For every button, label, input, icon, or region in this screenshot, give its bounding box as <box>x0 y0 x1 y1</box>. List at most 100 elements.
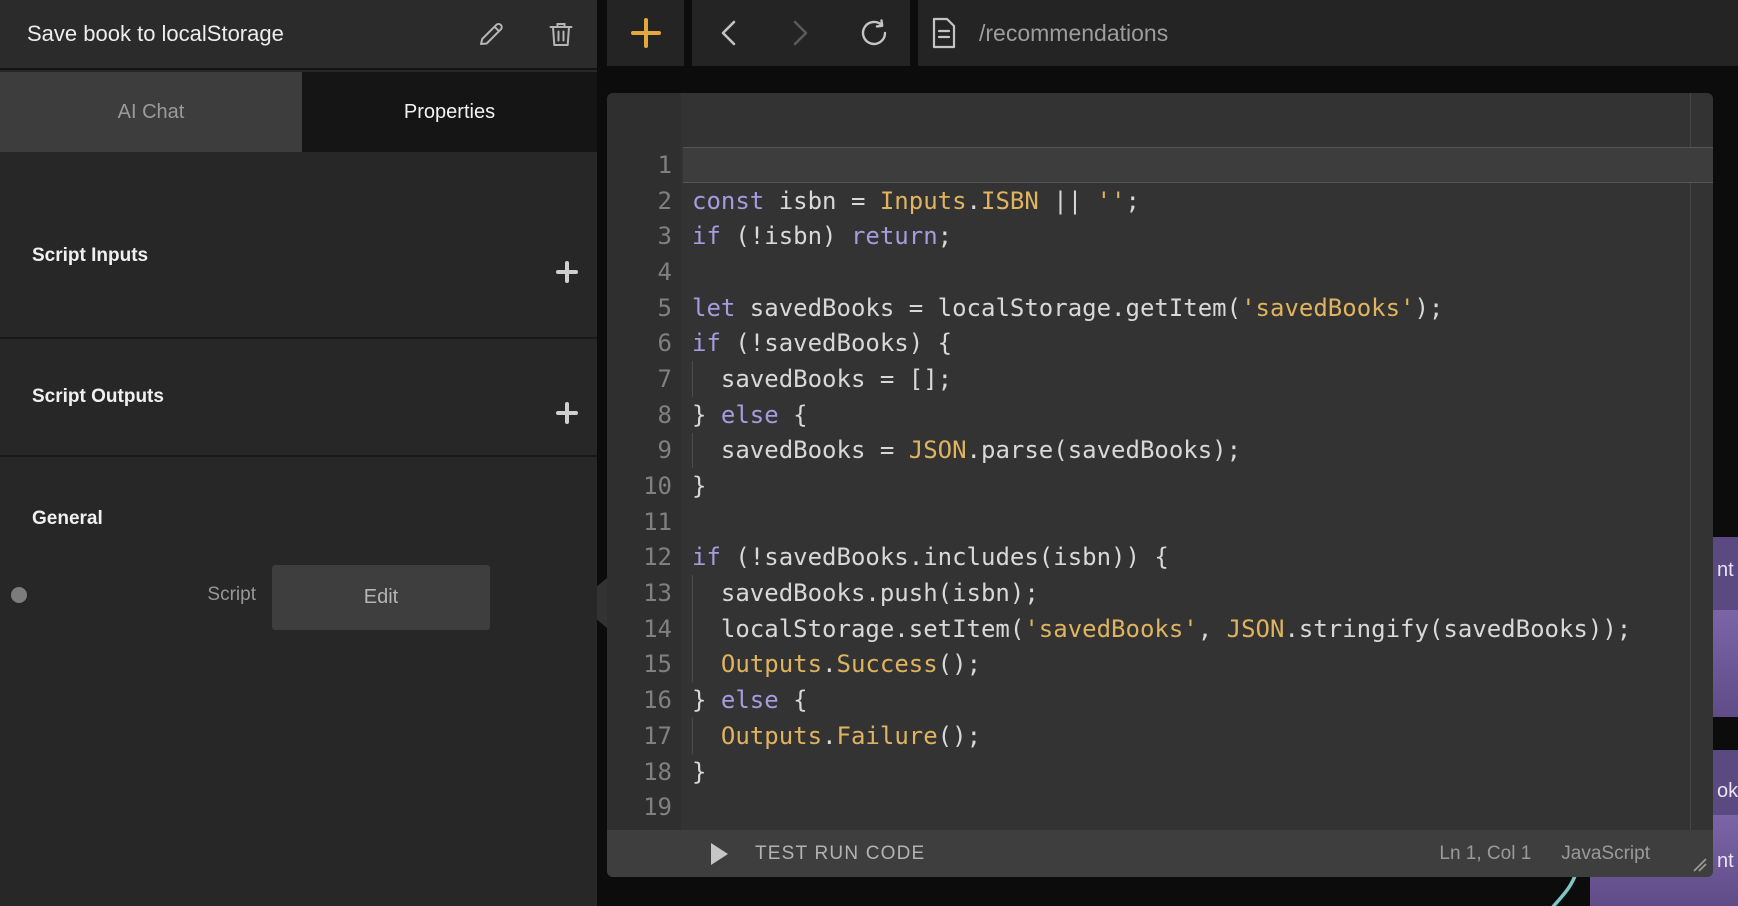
panel-title-bar: Save book to localStorage <box>0 0 597 70</box>
code-text: savedBooks.push(isbn); <box>692 579 1039 607</box>
add-page-plus-icon <box>631 18 661 48</box>
page-document-icon <box>931 17 957 49</box>
code-area[interactable]: 12const isbn = Inputs.ISBN || '';3if (!i… <box>607 147 1713 825</box>
line-number: 12 <box>607 543 672 571</box>
line-number: 18 <box>607 758 672 786</box>
code-text: if (!isbn) return; <box>692 222 952 250</box>
line-number: 8 <box>607 401 672 429</box>
port-dot[interactable] <box>11 587 27 603</box>
tab-ai-chat[interactable]: AI Chat <box>0 72 302 152</box>
code-line[interactable]: 9 savedBooks = JSON.parse(savedBooks); <box>607 433 1713 469</box>
code-line[interactable]: 16 } else { <box>607 682 1713 718</box>
code-text: } else { <box>692 686 808 714</box>
line-number: 13 <box>607 579 672 607</box>
flow-node-label: nt <box>1717 559 1734 582</box>
script-inputs-title: Script Inputs <box>32 245 148 267</box>
add-output-button[interactable] <box>553 399 581 427</box>
back-button[interactable] <box>708 13 748 53</box>
line-number: 5 <box>607 294 672 322</box>
editor-status-bar: TEST RUN CODE Ln 1, Col 1 JavaScript <box>607 830 1713 877</box>
line-number: 10 <box>607 472 672 500</box>
current-page-selector[interactable]: /recommendations <box>918 0 1738 66</box>
refresh-button[interactable] <box>854 13 894 53</box>
line-number: 4 <box>607 258 672 286</box>
code-text: Outputs.Success(); <box>692 650 981 678</box>
line-number: 7 <box>607 365 672 393</box>
page-path: /recommendations <box>979 20 1168 47</box>
forward-button[interactable] <box>781 13 821 53</box>
back-arrow-icon <box>719 19 737 47</box>
code-editor-popover: 12const isbn = Inputs.ISBN || '';3if (!i… <box>607 93 1713 877</box>
code-text: Outputs.Failure(); <box>692 722 981 750</box>
code-line[interactable]: 5 let savedBooks = localStorage.getItem('… <box>607 290 1713 326</box>
tab-properties[interactable]: Properties <box>302 72 597 152</box>
section-divider <box>0 337 597 339</box>
app-window: nt ok nt <box>0 0 1738 906</box>
code-line[interactable]: 18} <box>607 754 1713 790</box>
connector-wire <box>1540 872 1592 906</box>
node-title: Save book to localStorage <box>27 21 471 47</box>
flow-node-body-partial[interactable] <box>1713 610 1738 717</box>
code-line[interactable]: 13 savedBooks.push(isbn); <box>607 575 1713 611</box>
forward-arrow-icon <box>792 19 810 47</box>
code-text: savedBooks = []; <box>692 365 952 393</box>
edit-script-button[interactable]: Edit <box>272 565 490 630</box>
pencil-icon <box>477 20 505 48</box>
code-line[interactable]: 2 const isbn = Inputs.ISBN || ''; <box>607 183 1713 219</box>
trash-icon <box>548 20 574 48</box>
add-input-button[interactable] <box>553 258 581 286</box>
code-line[interactable]: 15 Outputs.Success(); <box>607 647 1713 683</box>
delete-button[interactable] <box>541 14 581 54</box>
line-number: 15 <box>607 650 672 678</box>
node-properties-panel: Save book to localStorage AI Chat <box>0 0 597 906</box>
properties-content: Script Inputs Script Outputs General Scr… <box>0 152 597 906</box>
code-line[interactable]: 8 } else { <box>607 397 1713 433</box>
resize-grip-icon[interactable] <box>1688 853 1708 873</box>
general-title: General <box>32 508 103 530</box>
code-text: } else { <box>692 401 808 429</box>
code-line[interactable]: 1 <box>607 147 1713 183</box>
add-page-button[interactable] <box>607 0 684 66</box>
line-number: 1 <box>607 151 672 179</box>
code-line[interactable]: 11 <box>607 504 1713 540</box>
code-text: } <box>692 472 706 500</box>
panel-tabs: AI Chat Properties <box>0 72 597 152</box>
code-text: let savedBooks = localStorage.getItem('s… <box>692 294 1443 322</box>
code-line[interactable]: 6if (!savedBooks) { <box>607 325 1713 361</box>
navigation-toolbar <box>692 0 910 66</box>
code-text: if (!savedBooks.includes(isbn)) { <box>692 543 1169 571</box>
code-line[interactable]: 3 if (!isbn) return; <box>607 218 1713 254</box>
line-number: 16 <box>607 686 672 714</box>
cursor-position: Ln 1, Col 1 <box>1439 843 1531 865</box>
section-divider <box>0 455 597 457</box>
script-property-label: Script <box>207 584 256 606</box>
rename-button[interactable] <box>471 14 511 54</box>
code-text: const isbn = Inputs.ISBN || ''; <box>692 187 1140 215</box>
code-line[interactable]: 14 localStorage.setItem('savedBooks', JS… <box>607 611 1713 647</box>
line-number: 11 <box>607 508 672 536</box>
play-icon[interactable] <box>711 843 728 865</box>
test-run-code-button[interactable]: TEST RUN CODE <box>755 843 925 865</box>
flow-node-partial[interactable]: nt <box>1713 537 1738 610</box>
line-number: 17 <box>607 722 672 750</box>
code-text: localStorage.setItem('savedBooks', JSON.… <box>692 615 1631 643</box>
line-number: 2 <box>607 187 672 215</box>
code-line[interactable]: 17 Outputs.Failure(); <box>607 718 1713 754</box>
flow-node-label: ok <box>1717 780 1738 803</box>
line-number: 14 <box>607 615 672 643</box>
language-indicator: JavaScript <box>1561 843 1650 865</box>
code-line[interactable]: 4 <box>607 254 1713 290</box>
code-text: } <box>692 758 706 786</box>
code-line[interactable]: 7 savedBooks = []; <box>607 361 1713 397</box>
line-number: 19 <box>607 793 672 821</box>
flow-node-label: nt <box>1717 850 1734 873</box>
line-number: 9 <box>607 436 672 464</box>
script-outputs-title: Script Outputs <box>32 386 164 408</box>
code-line[interactable]: 12 if (!savedBooks.includes(isbn)) { <box>607 540 1713 576</box>
line-number: 6 <box>607 329 672 357</box>
line-number: 3 <box>607 222 672 250</box>
code-text: savedBooks = JSON.parse(savedBooks); <box>692 436 1241 464</box>
code-line[interactable]: 19 <box>607 789 1713 825</box>
code-line[interactable]: 10} <box>607 468 1713 504</box>
refresh-icon <box>859 18 889 48</box>
